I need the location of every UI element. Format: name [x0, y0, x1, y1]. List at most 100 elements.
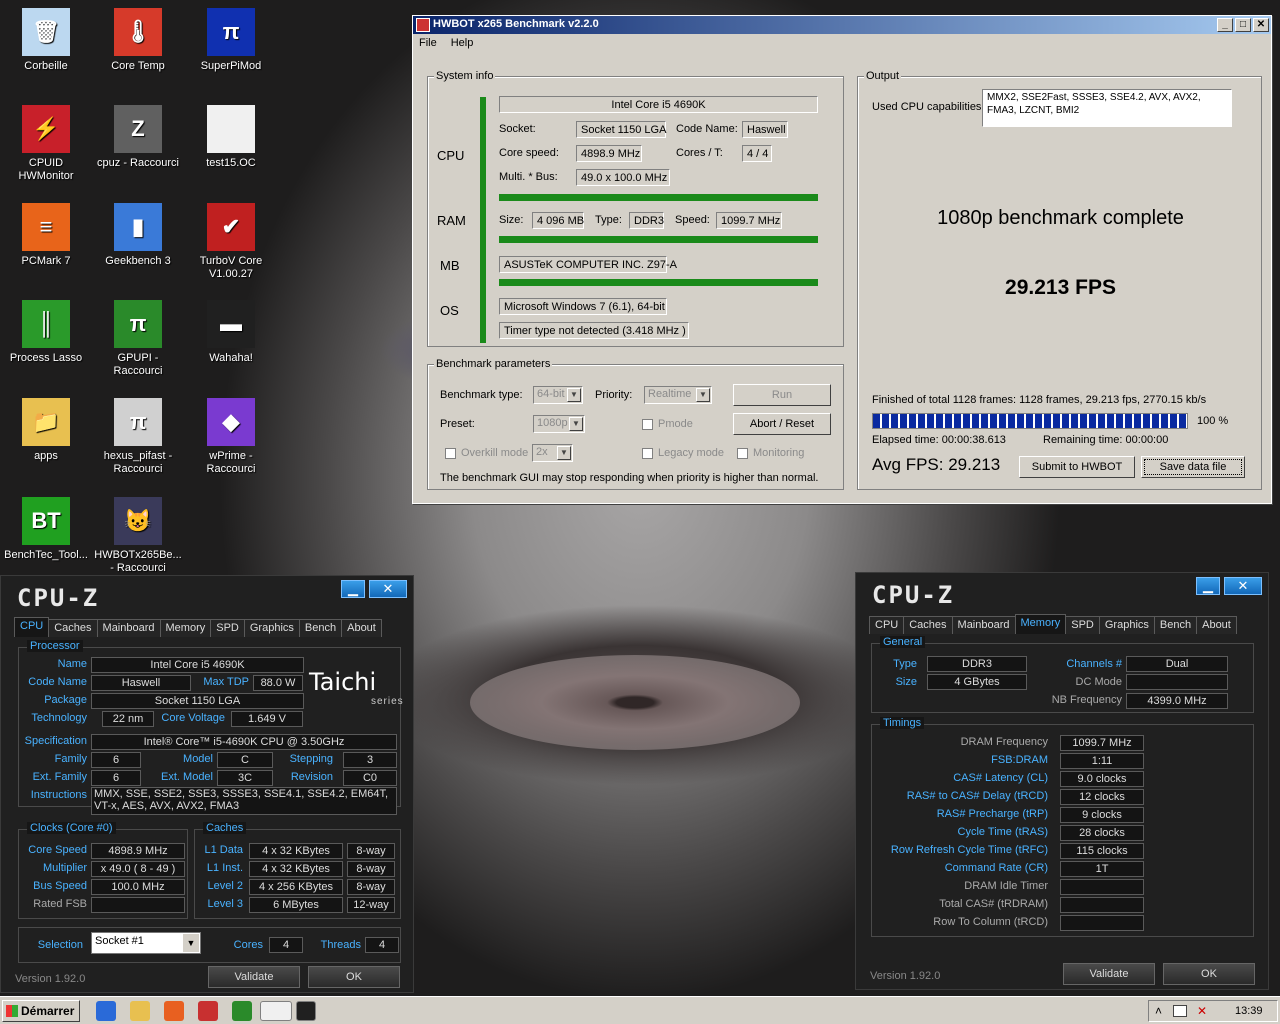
tab-cpu[interactable]: CPU [869, 616, 905, 634]
desktop-icon[interactable]: Zcpuz - Raccourci [92, 105, 184, 170]
validate-button[interactable]: Validate [208, 966, 300, 988]
desktop-icon[interactable]: ⚡ CPUID HWMonitor [0, 105, 92, 183]
group-title: Processor [27, 640, 83, 652]
abort-reset-button[interactable]: Abort / Reset [733, 413, 831, 435]
desktop-icon[interactable]: π GPUPI - Raccourci [92, 300, 184, 378]
tab-bench[interactable]: Bench [298, 619, 343, 637]
chevron-down-icon: ▼ [696, 388, 710, 402]
ram-size-field: 4 096 MB [532, 212, 584, 229]
app-icon: π [114, 300, 162, 348]
tab-spd[interactable]: SPD [1065, 616, 1100, 634]
overkill-select[interactable]: 2x ▼ [532, 444, 573, 462]
monitoring-label: Monitoring [753, 447, 805, 459]
network-icon[interactable] [1173, 1005, 1187, 1017]
ok-button[interactable]: OK [308, 966, 400, 988]
timing-value: 9 clocks [1060, 807, 1144, 823]
desktop-icon[interactable]: 😺 HWBOTx265Be... - Raccourci [92, 497, 184, 575]
processor-group: Processor Name Intel Core i5 4690K Code … [18, 640, 403, 815]
submit-hwbot-button[interactable]: Submit to HWBOT [1019, 456, 1135, 478]
icon-label: SuperPiMod [200, 60, 262, 72]
clock[interactable]: 13:39 [1235, 1005, 1263, 1017]
chevron-down-icon: ▼ [557, 446, 571, 460]
close-button[interactable]: ✕ [369, 580, 407, 598]
benchmark-type-select[interactable]: 64-bit ▼ [533, 386, 583, 404]
tab-mainboard[interactable]: Mainboard [96, 619, 161, 637]
desktop-icon[interactable]: π SuperPiMod [185, 8, 277, 73]
desktop-icon[interactable]: ║ Process Lasso [0, 300, 92, 365]
explorer-icon[interactable] [130, 1001, 150, 1021]
maximize-button[interactable]: □ [1235, 18, 1251, 32]
tab-bench[interactable]: Bench [1153, 616, 1198, 634]
tab-graphics[interactable]: Graphics [1098, 616, 1155, 634]
desktop-icon[interactable]: 🌡 Core Temp [92, 8, 184, 73]
tab-spd[interactable]: SPD [210, 619, 245, 637]
tab-about[interactable]: About [1196, 616, 1237, 634]
hwmonitor-task-icon[interactable] [198, 1001, 218, 1021]
group-title: Clocks (Core #0) [27, 822, 116, 834]
legacy-checkbox[interactable] [642, 448, 653, 459]
tab-memory[interactable]: Memory [159, 619, 212, 637]
chevron-down-icon: ▼ [183, 934, 199, 952]
menu-file[interactable]: File [419, 37, 437, 54]
tab-about[interactable]: About [341, 619, 382, 637]
desktop-icon[interactable]: ◆ wPrime - Raccourci [185, 398, 277, 476]
select-value: Socket #1 [95, 935, 144, 947]
save-data-button[interactable]: Save data file [1141, 456, 1245, 478]
overkill-checkbox[interactable] [445, 448, 456, 459]
preset-select[interactable]: 1080p ▼ [533, 415, 585, 433]
clocks-group: Clocks (Core #0) Core Speed 4898.9 MHz M… [18, 822, 188, 919]
priority-select[interactable]: Realtime ▼ [644, 386, 712, 404]
pmode-checkbox[interactable] [642, 419, 653, 430]
validate-button[interactable]: Validate [1063, 963, 1155, 985]
desktop-icon[interactable]: BT BenchTec_Tool... [0, 497, 92, 562]
package-label: Package [44, 694, 87, 706]
monitoring-checkbox[interactable] [737, 448, 748, 459]
minimize-button[interactable]: ▁ [1196, 577, 1220, 595]
minimize-button[interactable]: _ [1217, 18, 1233, 32]
chevron-up-icon[interactable]: ˄ [1155, 1004, 1162, 1018]
tab-graphics[interactable]: Graphics [243, 619, 300, 637]
media-player-icon[interactable] [164, 1001, 184, 1021]
codename-field: Haswell [91, 675, 191, 691]
hwbot-titlebar[interactable]: HWBOT x265 Benchmark v2.2.0 _ □ ✕ [413, 16, 1271, 34]
desktop-icon[interactable]: ✔ TurboV Core V1.00.27 [185, 203, 277, 281]
gpupi-task-icon[interactable] [232, 1001, 252, 1021]
socket-label: Socket: [499, 123, 536, 135]
start-button[interactable]: Démarrer [2, 1000, 80, 1022]
tab-mainboard[interactable]: Mainboard [951, 616, 1016, 634]
priority-note: The benchmark GUI may stop responding wh… [440, 472, 819, 484]
minimize-button[interactable]: ▁ [341, 580, 365, 598]
hwbot-task-button[interactable] [260, 1001, 292, 1021]
core-speed-label: Core Speed [28, 844, 87, 856]
priority-label: Priority: [595, 389, 633, 401]
desktop-icon[interactable]: ▬ Wahaha! [185, 300, 277, 365]
ie-icon[interactable] [96, 1001, 116, 1021]
ok-button[interactable]: OK [1163, 963, 1255, 985]
run-button[interactable]: Run [733, 384, 831, 406]
menu-help[interactable]: Help [451, 37, 474, 54]
close-button[interactable]: ✕ [1224, 577, 1262, 595]
name-field: Intel Core i5 4690K [91, 657, 304, 673]
tab-memory[interactable]: Memory [1014, 614, 1067, 634]
desktop-icon[interactable]: ▮ Geekbench 3 [92, 203, 184, 268]
socket-select[interactable]: Socket #1 ▼ [91, 932, 201, 954]
desktop-icon[interactable]: test15.OC [185, 105, 277, 170]
desktop-icon[interactable]: 🗑 Corbeille [0, 8, 92, 73]
instructions-label: Instructions [30, 789, 87, 801]
desktop-icon[interactable]: ≡ PCMark 7 [0, 203, 92, 268]
desktop-icon[interactable]: π hexus_pifast - Raccourci [92, 398, 184, 476]
desktop-icon[interactable]: 📁 apps [0, 398, 92, 463]
cores-label: Cores [233, 939, 263, 951]
overkill-label: Overkill mode [461, 447, 529, 459]
cpuz-task-button[interactable] [296, 1001, 316, 1021]
tdp-label: Max TDP [203, 676, 249, 688]
family-label: Family [54, 753, 87, 765]
timing-value: 28 clocks [1060, 825, 1144, 841]
tab-caches[interactable]: Caches [903, 616, 953, 634]
version-label: Version 1.92.0 [870, 970, 941, 982]
tab-caches[interactable]: Caches [48, 619, 98, 637]
tab-cpu[interactable]: CPU [14, 617, 50, 637]
icon-label: PCMark 7 [21, 255, 71, 267]
close-button[interactable]: ✕ [1253, 18, 1269, 32]
speaker-muted-icon[interactable]: ✕ [1197, 1004, 1207, 1018]
